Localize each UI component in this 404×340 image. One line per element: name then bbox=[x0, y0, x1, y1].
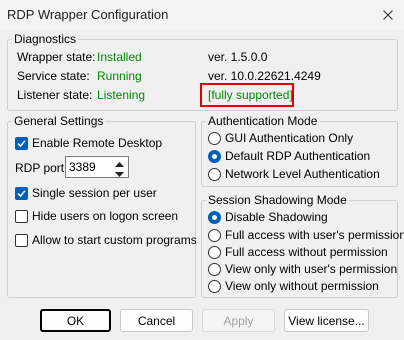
shadow-option-label: View only with user's permission bbox=[225, 262, 398, 276]
auth-option-label: Network Level Authentication bbox=[225, 167, 380, 181]
close-button[interactable] bbox=[372, 0, 404, 30]
shadow-option-disable[interactable]: Disable Shadowing bbox=[208, 210, 328, 224]
checkbox-box[interactable] bbox=[15, 186, 28, 200]
auth-option-nla[interactable]: Network Level Authentication bbox=[208, 167, 380, 181]
spin-down-button[interactable] bbox=[112, 168, 126, 177]
window-title: RDP Wrapper Configuration bbox=[7, 7, 169, 22]
auth-option-gui[interactable]: GUI Authentication Only bbox=[208, 131, 353, 145]
title-bar[interactable]: RDP Wrapper Configuration bbox=[0, 0, 404, 30]
chevron-down-icon bbox=[114, 166, 124, 180]
service-state-label: Service state: bbox=[17, 69, 90, 83]
rdp-port-label: RDP port: bbox=[15, 161, 68, 175]
wrapper-state-label: Wrapper state: bbox=[17, 50, 96, 64]
apply-button[interactable]: Apply bbox=[202, 309, 275, 332]
view-license-button[interactable]: View license... bbox=[284, 309, 369, 332]
radio-circle[interactable] bbox=[208, 228, 221, 242]
wrapper-version: ver. 1.5.0.0 bbox=[208, 50, 268, 64]
shadow-option-view-with-permission[interactable]: View only with user's permission bbox=[208, 262, 397, 276]
shadow-option-full-without-permission[interactable]: Full access without permission bbox=[208, 245, 388, 259]
enable-rdp-checkbox[interactable]: Enable Remote Desktop bbox=[15, 136, 162, 150]
shadow-option-label: Full access without permission bbox=[225, 245, 388, 259]
shadow-option-label: Disable Shadowing bbox=[225, 210, 328, 224]
authentication-mode-title: Authentication Mode bbox=[206, 114, 320, 128]
cancel-button[interactable]: Cancel bbox=[120, 309, 193, 332]
auth-option-label: GUI Authentication Only bbox=[225, 131, 354, 145]
checkbox-box[interactable] bbox=[15, 209, 28, 223]
service-version: ver. 10.0.22621.4249 bbox=[208, 69, 321, 83]
shadow-option-view-without-permission[interactable]: View only without permission bbox=[208, 279, 379, 293]
radio-circle[interactable] bbox=[208, 279, 221, 293]
radio-circle[interactable] bbox=[208, 210, 221, 224]
support-status: [fully supported] bbox=[208, 88, 293, 102]
rdp-port-input[interactable] bbox=[69, 159, 109, 175]
general-settings-title: General Settings bbox=[12, 114, 106, 128]
wrapper-state-value: Installed bbox=[97, 50, 142, 64]
checkbox-box[interactable] bbox=[15, 136, 28, 150]
radio-circle[interactable] bbox=[208, 262, 221, 276]
diagnostics-title: Diagnostics bbox=[12, 32, 79, 46]
enable-rdp-label: Enable Remote Desktop bbox=[32, 136, 163, 150]
shadow-option-label: View only without permission bbox=[225, 279, 379, 293]
port-spinner[interactable] bbox=[112, 158, 126, 177]
close-icon bbox=[383, 10, 393, 20]
listener-state-label: Listener state: bbox=[17, 88, 93, 102]
rdp-port-stepper[interactable] bbox=[65, 156, 129, 178]
radio-circle[interactable] bbox=[208, 245, 221, 259]
service-state-value: Running bbox=[97, 69, 142, 83]
shadow-option-label: Full access with user's permission bbox=[225, 228, 404, 242]
ok-button[interactable]: OK bbox=[40, 309, 111, 332]
custom-programs-label: Allow to start custom programs bbox=[32, 233, 197, 247]
radio-circle[interactable] bbox=[208, 131, 221, 145]
checkbox-box[interactable] bbox=[15, 233, 28, 247]
custom-programs-checkbox[interactable]: Allow to start custom programs bbox=[15, 233, 197, 247]
shadow-option-full-with-permission[interactable]: Full access with user's permission bbox=[208, 228, 404, 242]
auth-option-default-rdp[interactable]: Default RDP Authentication bbox=[208, 149, 370, 163]
hide-users-checkbox[interactable]: Hide users on logon screen bbox=[15, 209, 178, 223]
hide-users-label: Hide users on logon screen bbox=[32, 209, 179, 223]
auth-option-label: Default RDP Authentication bbox=[225, 149, 371, 163]
radio-circle[interactable] bbox=[208, 149, 221, 163]
shadowing-mode-title: Session Shadowing Mode bbox=[206, 193, 349, 207]
single-session-checkbox[interactable]: Single session per user bbox=[15, 186, 157, 200]
radio-circle[interactable] bbox=[208, 167, 221, 181]
single-session-label: Single session per user bbox=[32, 186, 157, 200]
listener-state-value: Listening bbox=[97, 88, 146, 102]
